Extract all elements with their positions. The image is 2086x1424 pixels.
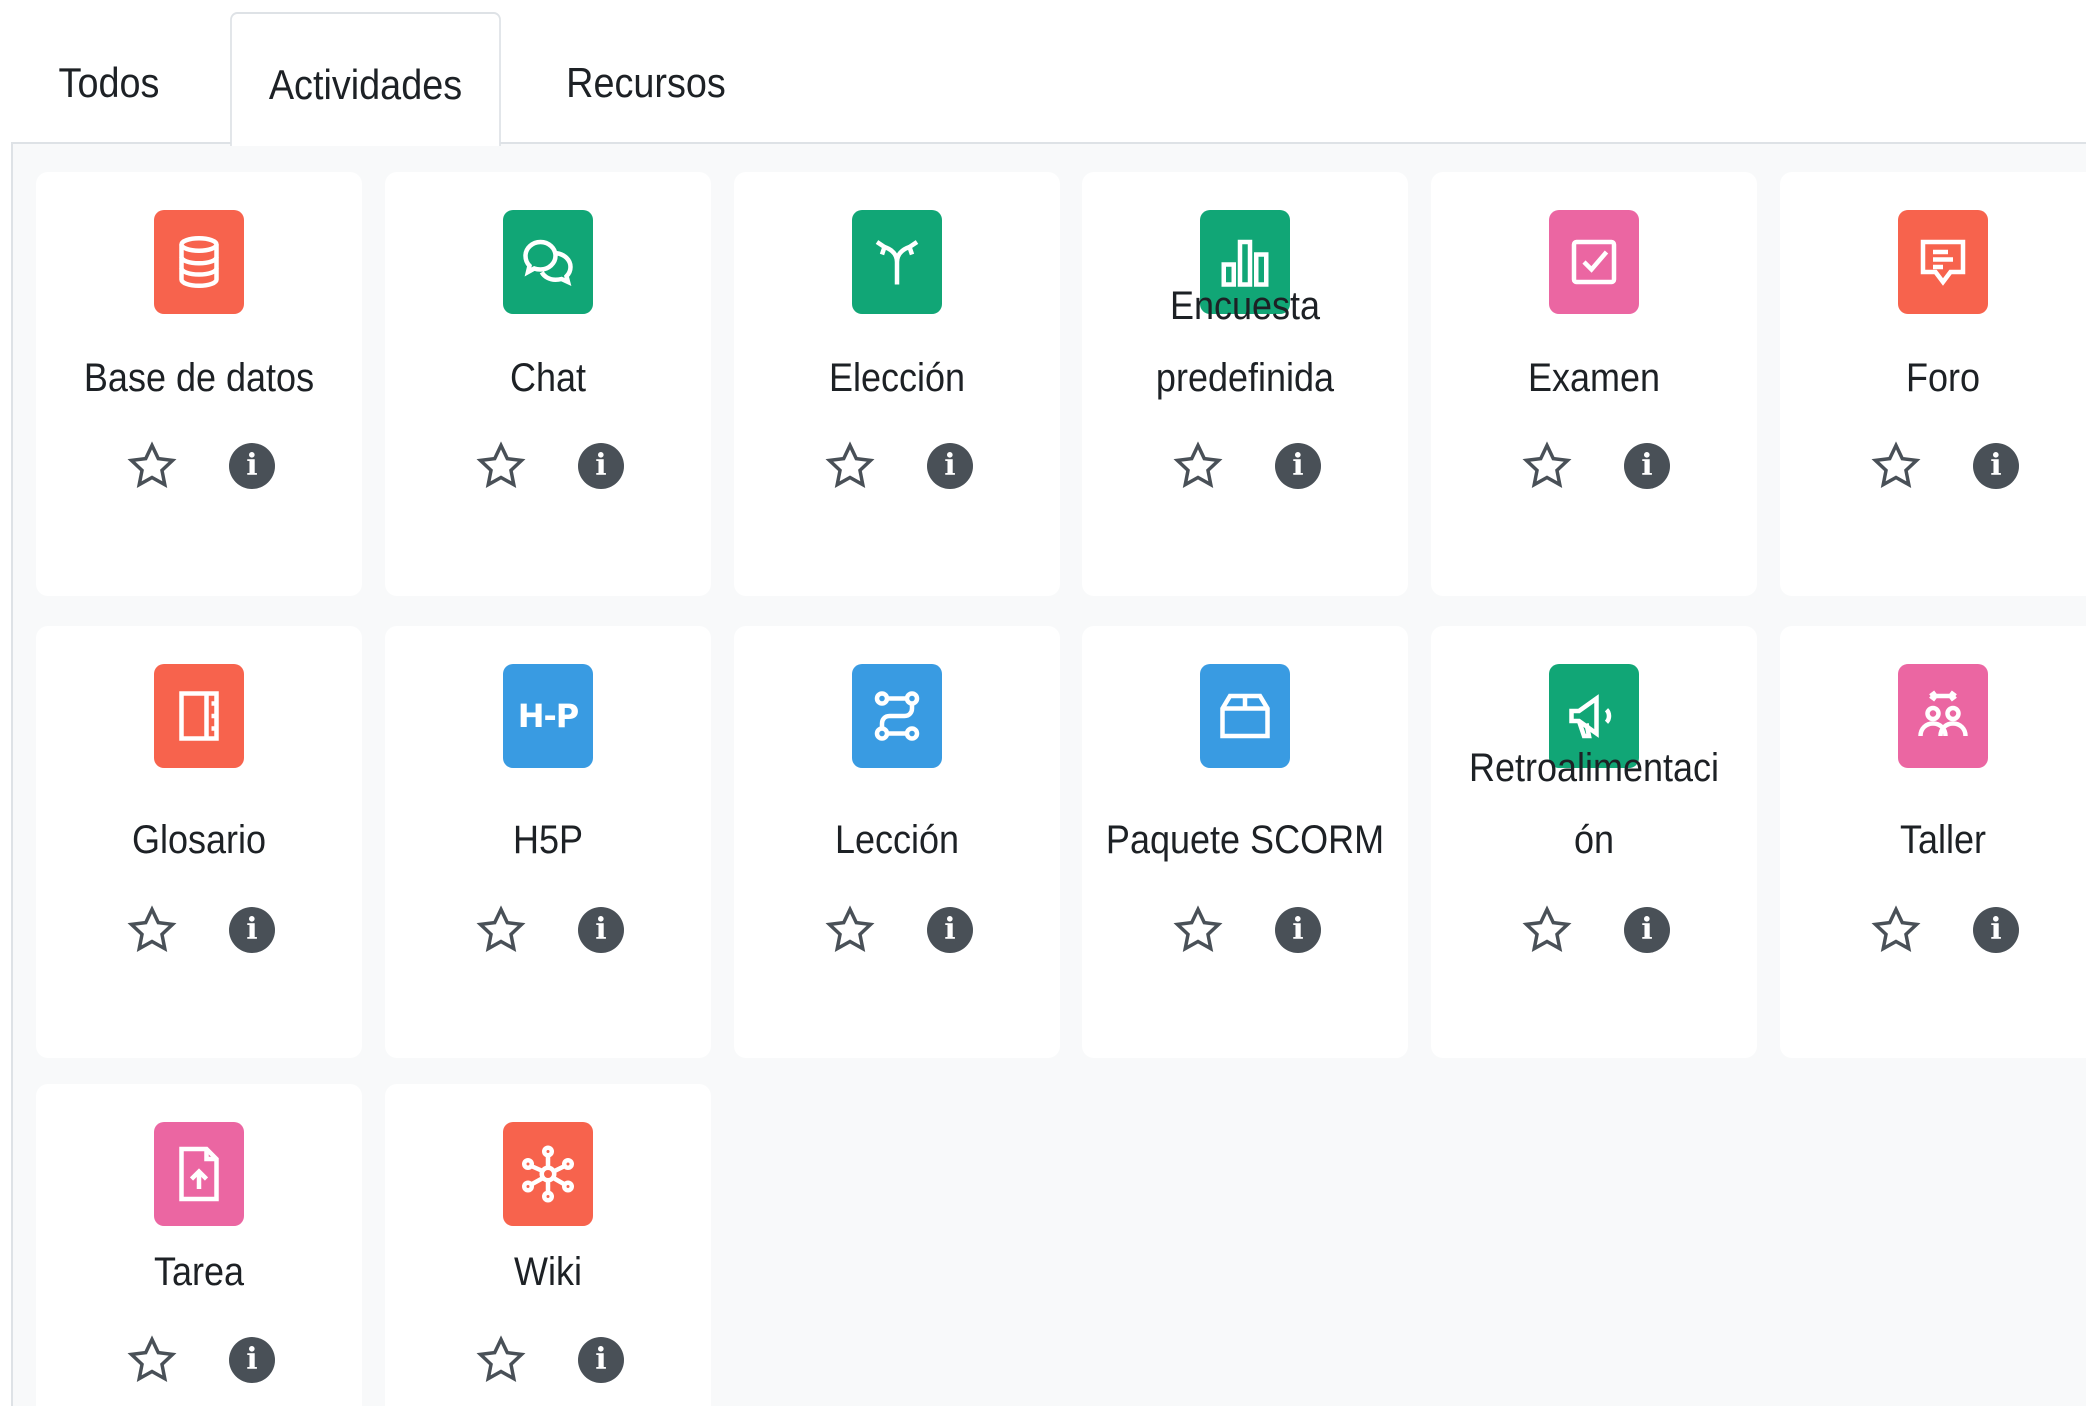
- file-upload-icon: [154, 1122, 244, 1226]
- star-icon[interactable]: [124, 438, 180, 494]
- star-icon[interactable]: [822, 902, 878, 958]
- module-card[interactable]: Encuesta predefinida i: [1082, 172, 1408, 596]
- star-icon[interactable]: [1519, 902, 1575, 958]
- book-icon: [154, 664, 244, 768]
- star-icon[interactable]: [822, 438, 878, 494]
- info-icon[interactable]: i: [1270, 902, 1326, 958]
- module-name: Tarea: [153, 1250, 245, 1294]
- module-name: Paquete SCORM: [1105, 818, 1385, 862]
- star-icon[interactable]: [473, 438, 529, 494]
- star-icon[interactable]: [1170, 438, 1226, 494]
- module-name: H5P: [512, 818, 584, 862]
- module-name: Base de datos: [83, 356, 315, 400]
- tab-todos[interactable]: Todos: [11, 12, 207, 144]
- info-icon[interactable]: i: [224, 902, 280, 958]
- module-name: Examen: [1527, 356, 1661, 400]
- chat-bubbles-icon: [503, 210, 593, 314]
- module-card[interactable]: Tarea i: [36, 1084, 362, 1424]
- module-card[interactable]: Taller i: [1780, 626, 2086, 1058]
- module-name: Foro: [1905, 356, 1981, 400]
- star-icon[interactable]: [1519, 438, 1575, 494]
- module-card[interactable]: Examen i: [1431, 172, 1757, 596]
- info-icon[interactable]: i: [224, 438, 280, 494]
- module-card[interactable]: H-P H5P i: [385, 626, 711, 1058]
- star-icon[interactable]: [473, 902, 529, 958]
- info-icon[interactable]: i: [224, 1332, 280, 1388]
- module-name: Retroalimentaci: [1468, 746, 1720, 790]
- module-card[interactable]: Elección i: [734, 172, 1060, 596]
- module-name: Wiki: [514, 1250, 582, 1294]
- module-card[interactable]: Base de datos i: [36, 172, 362, 596]
- module-card[interactable]: Retroalimentaci ón i: [1431, 626, 1757, 1058]
- path-route-icon: [852, 664, 942, 768]
- database-icon: [154, 210, 244, 314]
- star-icon[interactable]: [473, 1332, 529, 1388]
- module-name: predefinida: [1155, 356, 1335, 400]
- module-card[interactable]: Foro i: [1780, 172, 2086, 596]
- tab-recursos[interactable]: Recursos: [529, 12, 763, 144]
- info-icon[interactable]: i: [922, 438, 978, 494]
- tab-actividades[interactable]: Actividades: [230, 12, 501, 146]
- star-icon[interactable]: [1868, 902, 1924, 958]
- checkbox-icon: [1549, 210, 1639, 314]
- info-icon[interactable]: i: [1619, 902, 1675, 958]
- info-icon[interactable]: i: [1968, 438, 2024, 494]
- network-nodes-icon: [503, 1122, 593, 1226]
- module-name: Chat: [509, 356, 587, 400]
- module-card[interactable]: Glosario i: [36, 626, 362, 1058]
- info-icon[interactable]: i: [1968, 902, 2024, 958]
- star-icon[interactable]: [1170, 902, 1226, 958]
- info-icon[interactable]: i: [573, 438, 629, 494]
- split-arrows-icon: [852, 210, 942, 314]
- workshop-people-icon: [1898, 664, 1988, 768]
- info-icon[interactable]: i: [573, 902, 629, 958]
- star-icon[interactable]: [1868, 438, 1924, 494]
- info-icon[interactable]: i: [1619, 438, 1675, 494]
- activity-chooser: Todos Actividades Recursos Base de datos…: [0, 0, 2086, 1424]
- star-icon[interactable]: [124, 1332, 180, 1388]
- module-name: Taller: [1899, 818, 1987, 862]
- speech-bubble-icon: [1898, 210, 1988, 314]
- module-name: Elección: [828, 356, 966, 400]
- module-name: Lección: [834, 818, 960, 862]
- module-name: Glosario: [131, 818, 267, 862]
- module-name: Encuesta: [1169, 284, 1321, 328]
- activities-panel: Base de datos i Chat i Elección i Encues…: [11, 142, 2086, 1424]
- module-name: ón: [1573, 818, 1615, 862]
- module-card[interactable]: Lección i: [734, 626, 1060, 1058]
- h5p-logo-icon: H-P: [503, 664, 593, 768]
- module-card[interactable]: Wiki i: [385, 1084, 711, 1424]
- info-icon[interactable]: i: [573, 1332, 629, 1388]
- package-box-icon: [1200, 664, 1290, 768]
- module-card[interactable]: Paquete SCORM i: [1082, 626, 1408, 1058]
- star-icon[interactable]: [124, 902, 180, 958]
- chooser-tabs: Todos Actividades Recursos: [0, 0, 2086, 146]
- info-icon[interactable]: i: [922, 902, 978, 958]
- info-icon[interactable]: i: [1270, 438, 1326, 494]
- module-card[interactable]: Chat i: [385, 172, 711, 596]
